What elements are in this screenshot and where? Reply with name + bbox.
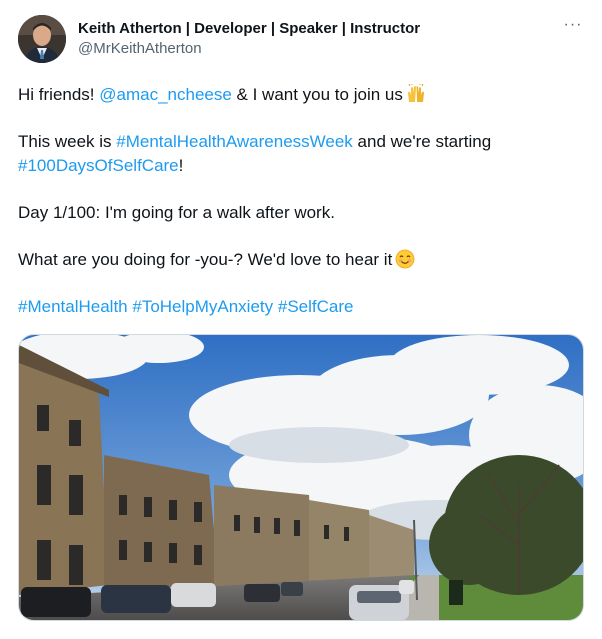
- mention-link[interactable]: @amac_ncheese: [99, 85, 232, 104]
- hashtag-link[interactable]: #100DaysOfSelfCare: [18, 156, 179, 175]
- hashtag-link[interactable]: #MentalHealthAwarenessWeek: [116, 132, 353, 151]
- tweet-text: Hi friends! @amac_ncheese & I want you t…: [18, 83, 584, 319]
- hashtag-link[interactable]: #ToHelpMyAnxiety: [132, 297, 273, 316]
- tweet-line: Hi friends! @amac_ncheese & I want you t…: [18, 83, 584, 107]
- tweet-header: Keith Atherton | Developer | Speaker | I…: [18, 14, 584, 64]
- hashtag-link[interactable]: #SelfCare: [278, 297, 354, 316]
- tweet-text-segment: & I want you to join us: [231, 85, 403, 104]
- tweet-line: #100DaysOfSelfCare!: [18, 154, 584, 178]
- tweet-card: Keith Atherton | Developer | Speaker | I…: [0, 0, 602, 639]
- ellipsis-icon[interactable]: ···: [562, 17, 584, 38]
- tweet-text-segment: What are you doing for -you-? We'd love …: [18, 250, 393, 269]
- raising-hands-emoji-icon: [407, 84, 424, 102]
- tweet-line: This week is #MentalHealthAwarenessWeek …: [18, 130, 584, 154]
- tweet-media-photo[interactable]: [18, 334, 584, 621]
- tweet-line: Day 1/100: I'm going for a walk after wo…: [18, 203, 335, 222]
- smiling-face-emoji-icon: [395, 249, 415, 269]
- tweet-text-segment: !: [178, 156, 184, 175]
- tweet-line: What are you doing for -you-? We'd love …: [18, 248, 584, 272]
- hashtag-link[interactable]: #MentalHealth: [18, 297, 128, 316]
- tweet-text-segment: Hi friends!: [18, 85, 100, 104]
- tweet-text-segment: and we're starting: [352, 132, 492, 151]
- tweet-text-segment: This week is: [18, 132, 117, 151]
- tweet-line: #MentalHealth #ToHelpMyAnxiety #SelfCare: [18, 295, 584, 319]
- author-handle[interactable]: @MrKeithAtherton: [78, 40, 202, 57]
- avatar[interactable]: [18, 15, 66, 63]
- street-photo-icon: [19, 335, 583, 620]
- profile-photo-icon: [18, 15, 66, 63]
- author-display-name[interactable]: Keith Atherton | Developer | Speaker | I…: [78, 20, 420, 37]
